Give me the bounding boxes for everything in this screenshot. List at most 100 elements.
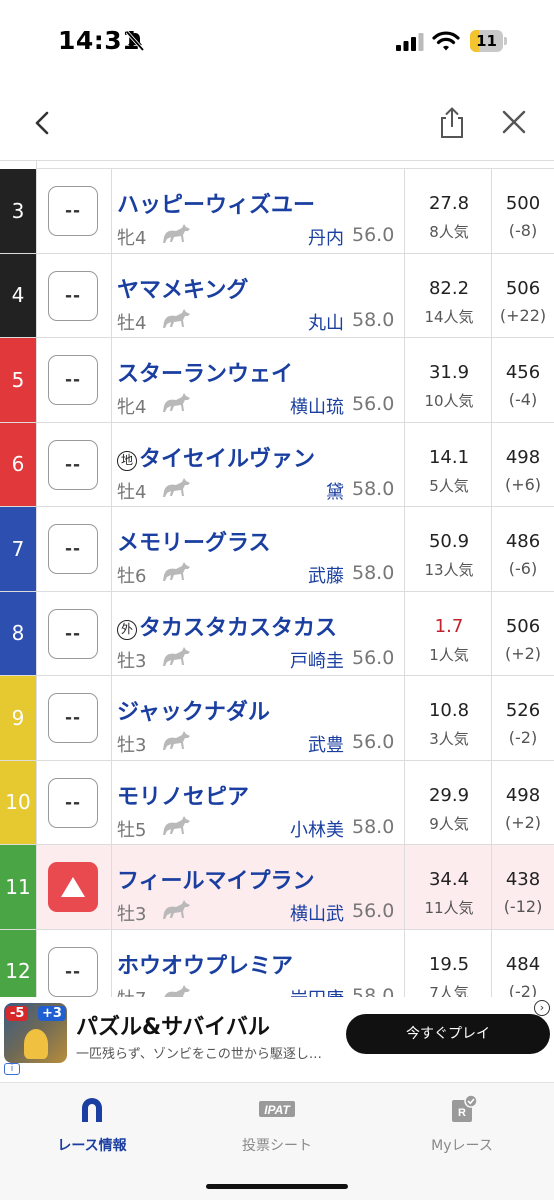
close-icon[interactable] [500,108,528,136]
horse-name: スターランウェイ [117,362,294,387]
horse-icon [163,562,190,581]
horse-icon [163,308,190,328]
table-row[interactable]: 7 -- メモリーグラス 牡6 武藤 58.0 50.9 13人気 486 (-6) [0,507,554,592]
carried-weight: 56.0 [352,393,395,415]
mark-cell: -- [36,760,112,844]
horse-name-link[interactable]: ジャックナダル [117,694,270,726]
cellular-signal-icon [396,33,424,51]
mark-text: -- [64,454,82,475]
jockey-link[interactable]: 小林美 [260,816,344,842]
ad-play-button[interactable]: 今すぐプレイ [346,1014,550,1054]
mark-text: -- [64,539,82,559]
horse-name: タカスタカスタカス [139,615,338,641]
jockey-link[interactable]: 丸山 [260,309,344,335]
prediction-mark-button[interactable]: -- [48,270,98,321]
prediction-mark-button[interactable]: -- [48,439,98,490]
carried-weight: 58.0 [352,477,395,500]
table-row[interactable]: 9 -- ジャックナダル 牡3 武豊 56.0 10.8 3人気 526 (-2) [0,676,554,761]
prediction-mark-button[interactable]: -- [48,693,98,743]
post-number: 11 [0,845,36,929]
ad-thumbnail[interactable]: -5 +3 [4,1003,67,1063]
tab-label: Myレース [431,1138,493,1154]
table-row[interactable]: 4 -- ヤマメキング 牡4 丸山 58.0 82.2 14人気 506 (+22) [0,253,554,338]
table-row[interactable]: 10 -- モリノセピア 牡5 小林美 58.0 29.9 9人気 498 (+2) [0,760,554,845]
jockey-link[interactable]: 丹内 [260,224,344,250]
mark-cell: -- [36,676,112,760]
ad-description[interactable]: 一匹残らず、ゾンビをこの世から駆逐し… [76,1043,336,1062]
origin-badge: 外 [117,619,137,640]
mark-cell: -- [36,507,112,591]
horse-name-link[interactable]: 外タカスタカスタカス [117,610,337,642]
tab-voting-sheet[interactable]: IPAT 投票シート [207,1095,347,1155]
ad-info-icon[interactable]: i [4,1063,20,1075]
jockey-link[interactable]: 武豊 [260,731,344,757]
ad-character-image [24,1029,48,1059]
odds-cell: 19.5 7人気 [404,929,492,997]
tab-my-race[interactable]: R Myレース [392,1095,532,1155]
table-row[interactable]: 11 フィールマイプラン 牡3 横山武 56.0 34.4 11人気 438 (-12) [0,845,554,930]
tab-label: レース情報 [57,1138,127,1154]
post-number: 6 [0,422,36,506]
horse-icon [163,224,190,243]
prediction-mark-button[interactable]: -- [48,608,98,659]
win-odds: 82.2 [428,277,470,299]
mark-cell: -- [36,422,112,506]
horse-name-link[interactable]: 地タイセイルヴァン [117,441,315,473]
sex-age: 牝4 [117,228,147,249]
post-number: 8 [0,591,36,675]
table-row[interactable]: 12 -- ホウオウプレミア牡7 岩田康 58.0 19.5 7人気 484 (-2) [0,929,554,998]
mark-text: -- [64,201,82,221]
share-icon[interactable] [436,106,468,140]
jockey-link[interactable]: 横山武 [260,900,344,926]
post-number: 4 [0,253,36,337]
prediction-mark-button[interactable]: -- [48,355,98,405]
jockey-link[interactable]: 岩田康 [260,985,344,998]
mark-cell: -- [36,591,112,675]
table-row[interactable]: 8 -- 外タカスタカスタカス 牡3 戸崎圭 56.0 1.7 1人気 506 (+2) [0,591,554,676]
jockey-link[interactable]: 武藤 [260,562,344,588]
prediction-mark-button[interactable]: -- [48,524,98,574]
prediction-mark-button[interactable]: -- [48,946,98,997]
ad-banner[interactable]: -5 +3 パズル&サバイバル 一匹残らず、ゾンビをこの世から駆逐し… 今すぐプ… [0,997,554,1077]
body-weight: 506 [505,277,541,299]
home-indicator [206,1184,348,1189]
win-odds: 1.7 [434,615,464,637]
ad-title[interactable]: パズル&サバイバル [76,1009,270,1041]
horse-name-link[interactable]: ヤマメキング [117,272,248,304]
chevron-left-icon[interactable] [28,108,58,138]
prediction-mark-button[interactable] [48,862,98,912]
win-odds: 27.8 [428,193,470,214]
horse-name-link[interactable]: フィールマイプラン [117,863,315,895]
horse-name: ホウオウプレミア [117,953,294,979]
horse-icon [163,477,190,497]
horse-name-link[interactable]: モリノセピア [117,779,249,811]
tab-bar: レース情報 IPAT 投票シート R Myレース [0,1082,554,1200]
triangle-mark-icon [61,877,85,897]
table-row[interactable]: 5 -- スターランウェイ 牝4 横山琉 56.0 31.9 10人気 456 (-4) [0,338,554,423]
win-odds: 29.9 [428,784,470,806]
horse-icon [163,646,190,666]
sex-age: 牡4 [117,312,147,334]
prediction-mark-button[interactable]: -- [48,777,98,828]
horse-name-link[interactable]: ホウオウプレミア [117,948,293,980]
table-row[interactable]: 6 -- 地タイセイルヴァン 牡4 黛 58.0 14.1 5人気 498 (+6) [0,422,554,507]
tab-race-info[interactable]: レース情報 [22,1095,162,1155]
horse-icon [164,984,190,997]
horse-name-link[interactable]: ハッピーウィズユー [117,187,315,219]
mark-cell [36,845,112,929]
popularity: 8人気 [429,223,469,241]
horse-name-link[interactable]: メモリーグラス [117,525,271,557]
sex-age: 牡7 [117,985,146,998]
ad-choices-icon[interactable]: › [534,1000,550,1016]
table-row[interactable]: 3 -- ハッピーウィズユー 牝4 丹内 56.0 27.8 8人気 500 (-8) [0,169,554,254]
popularity: 14人気 [424,307,474,326]
odds-cell: 14.1 5人気 [404,422,492,506]
jockey-link[interactable]: 黛 [260,478,344,504]
jockey-link[interactable]: 横山琉 [260,393,344,419]
jockey-link[interactable]: 戸崎圭 [260,647,344,673]
horse-name-link[interactable]: スターランウェイ [117,356,293,388]
body-weight-diff: (-2) [508,728,538,747]
prediction-mark-button[interactable]: -- [48,186,98,236]
post-number: 7 [0,507,36,591]
body-weight: 498 [505,446,541,468]
